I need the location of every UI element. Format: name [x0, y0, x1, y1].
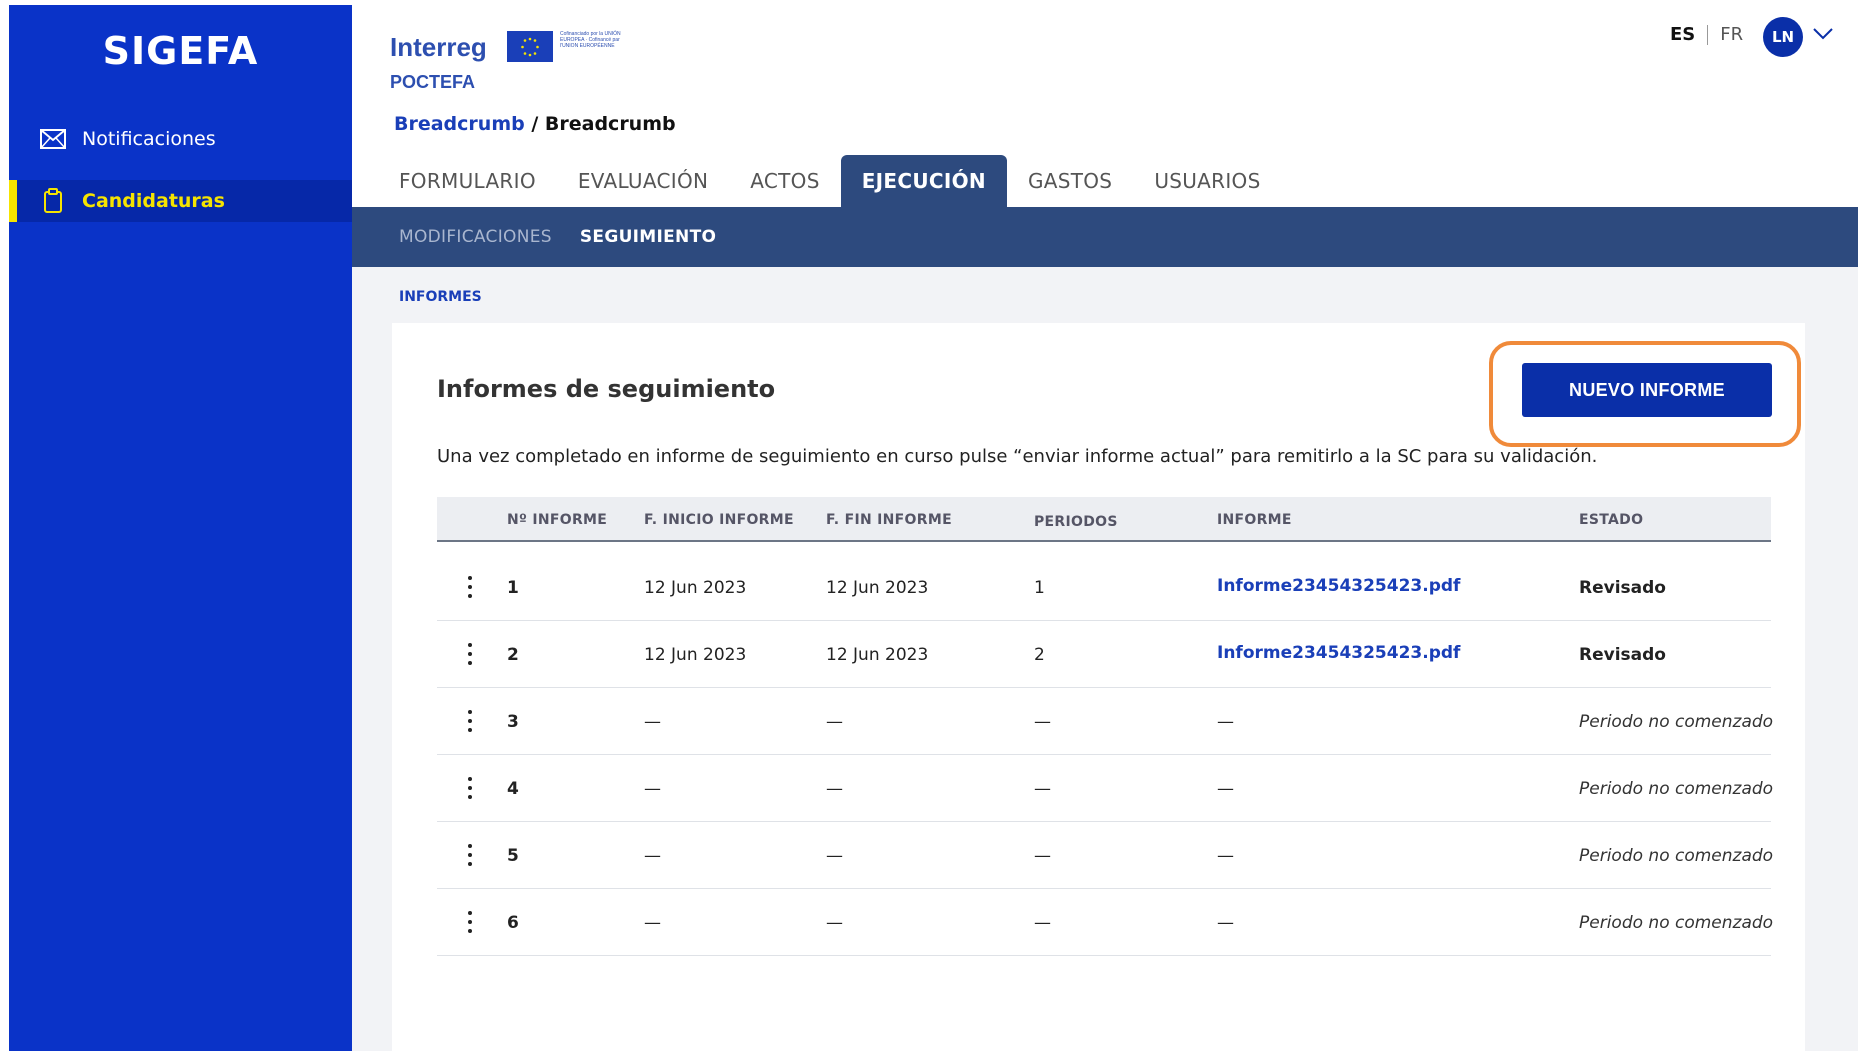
cell-end-date: —	[826, 913, 843, 933]
logo-interreg-text: Interreg	[390, 32, 487, 62]
cell-status: Revisado	[1579, 645, 1666, 665]
sidebar-item-candidaturas[interactable]: Candidaturas	[9, 180, 352, 222]
cell-status: Periodo no comenzado	[1579, 846, 1774, 866]
cell-report-file[interactable]: Informe23454325423.pdf	[1217, 576, 1460, 596]
row-menu-icon[interactable]	[461, 572, 479, 602]
breadcrumb-link[interactable]: Breadcrumb	[394, 113, 525, 135]
tab-ejecucion[interactable]: EJECUCIÓN	[840, 155, 1007, 207]
cell-status: Revisado	[1579, 578, 1666, 598]
table-body: 1 12 Jun 2023 12 Jun 2023 1 Informe234543254…	[437, 554, 1774, 956]
cell-end-date: —	[826, 712, 843, 732]
lang-es-option[interactable]: ES	[1670, 24, 1695, 45]
lang-fr-option[interactable]: FR	[1720, 24, 1743, 45]
cell-end-date: 12 Jun 2023	[826, 645, 929, 665]
cell-num: 4	[507, 779, 519, 799]
cell-end-date: —	[826, 846, 843, 866]
sidebar: SIGEFA Notificaciones Candidaturas	[9, 5, 352, 1051]
card-title: Informes de seguimiento	[437, 375, 776, 403]
column-header-status: ESTADO	[1579, 512, 1644, 528]
cell-periods: —	[1034, 779, 1051, 799]
cell-end-date: 12 Jun 2023	[826, 578, 929, 598]
cell-num: 1	[507, 578, 519, 598]
table-header: Nº INFORME F. INICIO INFORME F. FIN INFO…	[437, 497, 1771, 542]
brand-logo: SIGEFA	[102, 29, 259, 73]
cell-end-date: —	[826, 779, 843, 799]
logo-cofin-text: Cofinanciado por la UNIÓN EUROPEA · Cofi…	[560, 31, 621, 49]
cell-periods: —	[1034, 846, 1051, 866]
sub-tabs: MODIFICACIONES SEGUIMIENTO	[352, 207, 1858, 267]
cell-status: Periodo no comenzado	[1579, 779, 1774, 799]
clipboard-icon	[38, 186, 68, 216]
sidebar-item-label: Notificaciones	[82, 128, 216, 150]
breadcrumb-separator: /	[524, 113, 545, 135]
cell-periods: —	[1034, 712, 1051, 732]
table-row: 1 12 Jun 2023 12 Jun 2023 1 Informe234543254…	[437, 554, 1771, 621]
table-row: 4 — — — — Periodo no comenzado	[437, 755, 1774, 822]
cell-status: Periodo no comenzado	[1579, 913, 1774, 933]
tab-evaluacion[interactable]: EVALUACIÓN	[557, 155, 729, 207]
column-header-start: F. INICIO INFORME	[644, 512, 794, 528]
cell-start-date: 12 Jun 2023	[644, 578, 747, 598]
cell-status: Periodo no comenzado	[1579, 712, 1774, 732]
cell-periods: 2	[1034, 645, 1045, 665]
cell-start-date: —	[644, 846, 661, 866]
logo-poctefa-text: POCTEFA	[390, 72, 476, 92]
cell-periods: 1	[1034, 578, 1045, 598]
app-frame: SIGEFA Notificaciones Candidaturas Inter…	[0, 0, 1858, 1051]
row-menu-icon[interactable]	[461, 840, 479, 870]
tab-formulario[interactable]: FORMULARIO	[352, 155, 557, 207]
cell-report-file: —	[1217, 846, 1234, 866]
user-avatar[interactable]: LN	[1763, 17, 1803, 57]
lang-divider	[1707, 24, 1709, 45]
cell-report-file: —	[1217, 913, 1234, 933]
row-menu-icon[interactable]	[461, 773, 479, 803]
cell-start-date: —	[644, 913, 661, 933]
cell-num: 5	[507, 846, 519, 866]
row-menu-icon[interactable]	[461, 639, 479, 669]
sidebar-item-label: Candidaturas	[82, 190, 225, 212]
eu-flag-icon	[507, 31, 553, 62]
section-label: INFORMES	[399, 289, 482, 305]
cell-start-date: —	[644, 779, 661, 799]
cell-num: 2	[507, 645, 519, 665]
column-header-periods: PERIODOS	[1034, 514, 1118, 530]
card-description: Una vez completado en informe de seguimi…	[437, 446, 1598, 467]
reports-table: Nº INFORME F. INICIO INFORME F. FIN INFO…	[437, 497, 1774, 956]
row-menu-icon[interactable]	[461, 907, 479, 937]
cell-report-file: —	[1217, 779, 1234, 799]
subtab-modificaciones[interactable]: MODIFICACIONES	[399, 227, 552, 247]
tab-actos[interactable]: ACTOS	[729, 155, 840, 207]
cell-start-date: —	[644, 712, 661, 732]
cell-report-file: —	[1217, 712, 1234, 732]
tab-usuarios[interactable]: USUARIOS	[1133, 155, 1281, 207]
subtab-seguimiento[interactable]: SEGUIMIENTO	[580, 227, 716, 247]
sidebar-item-notificaciones[interactable]: Notificaciones	[9, 118, 352, 160]
main-tabs: FORMULARIO EVALUACIÓN ACTOS EJECUCIÓN GA…	[352, 155, 1282, 207]
breadcrumb: Breadcrumb / Breadcrumb	[394, 113, 676, 135]
cell-start-date: 12 Jun 2023	[644, 645, 747, 665]
tab-gastos[interactable]: GASTOS	[1007, 155, 1133, 207]
column-header-file: INFORME	[1217, 512, 1292, 528]
cell-report-file[interactable]: Informe23454325423.pdf	[1217, 643, 1460, 663]
reports-card: Informes de seguimiento NUEVO INFORME Un…	[392, 323, 1805, 1051]
new-report-button[interactable]: NUEVO INFORME	[1522, 363, 1772, 417]
table-row: 3 — — — — Periodo no comenzado	[437, 688, 1774, 755]
table-row: 2 12 Jun 2023 12 Jun 2023 2 Informe234543254…	[437, 621, 1771, 688]
language-switcher: ES FR	[1670, 24, 1743, 45]
column-header-end: F. FIN INFORME	[826, 512, 952, 528]
cell-num: 3	[507, 712, 519, 732]
chevron-down-icon[interactable]	[1812, 26, 1834, 45]
column-header-num: Nº INFORME	[507, 512, 608, 528]
breadcrumb-current: Breadcrumb	[544, 113, 676, 135]
envelope-icon	[38, 124, 68, 154]
table-row: 6 — — — — Periodo no comenzado	[437, 889, 1774, 956]
row-menu-icon[interactable]	[461, 706, 479, 736]
table-row: 5 — — — — Periodo no comenzado	[437, 822, 1774, 889]
cell-num: 6	[507, 913, 519, 933]
active-indicator	[9, 180, 17, 222]
cell-periods: —	[1034, 913, 1051, 933]
